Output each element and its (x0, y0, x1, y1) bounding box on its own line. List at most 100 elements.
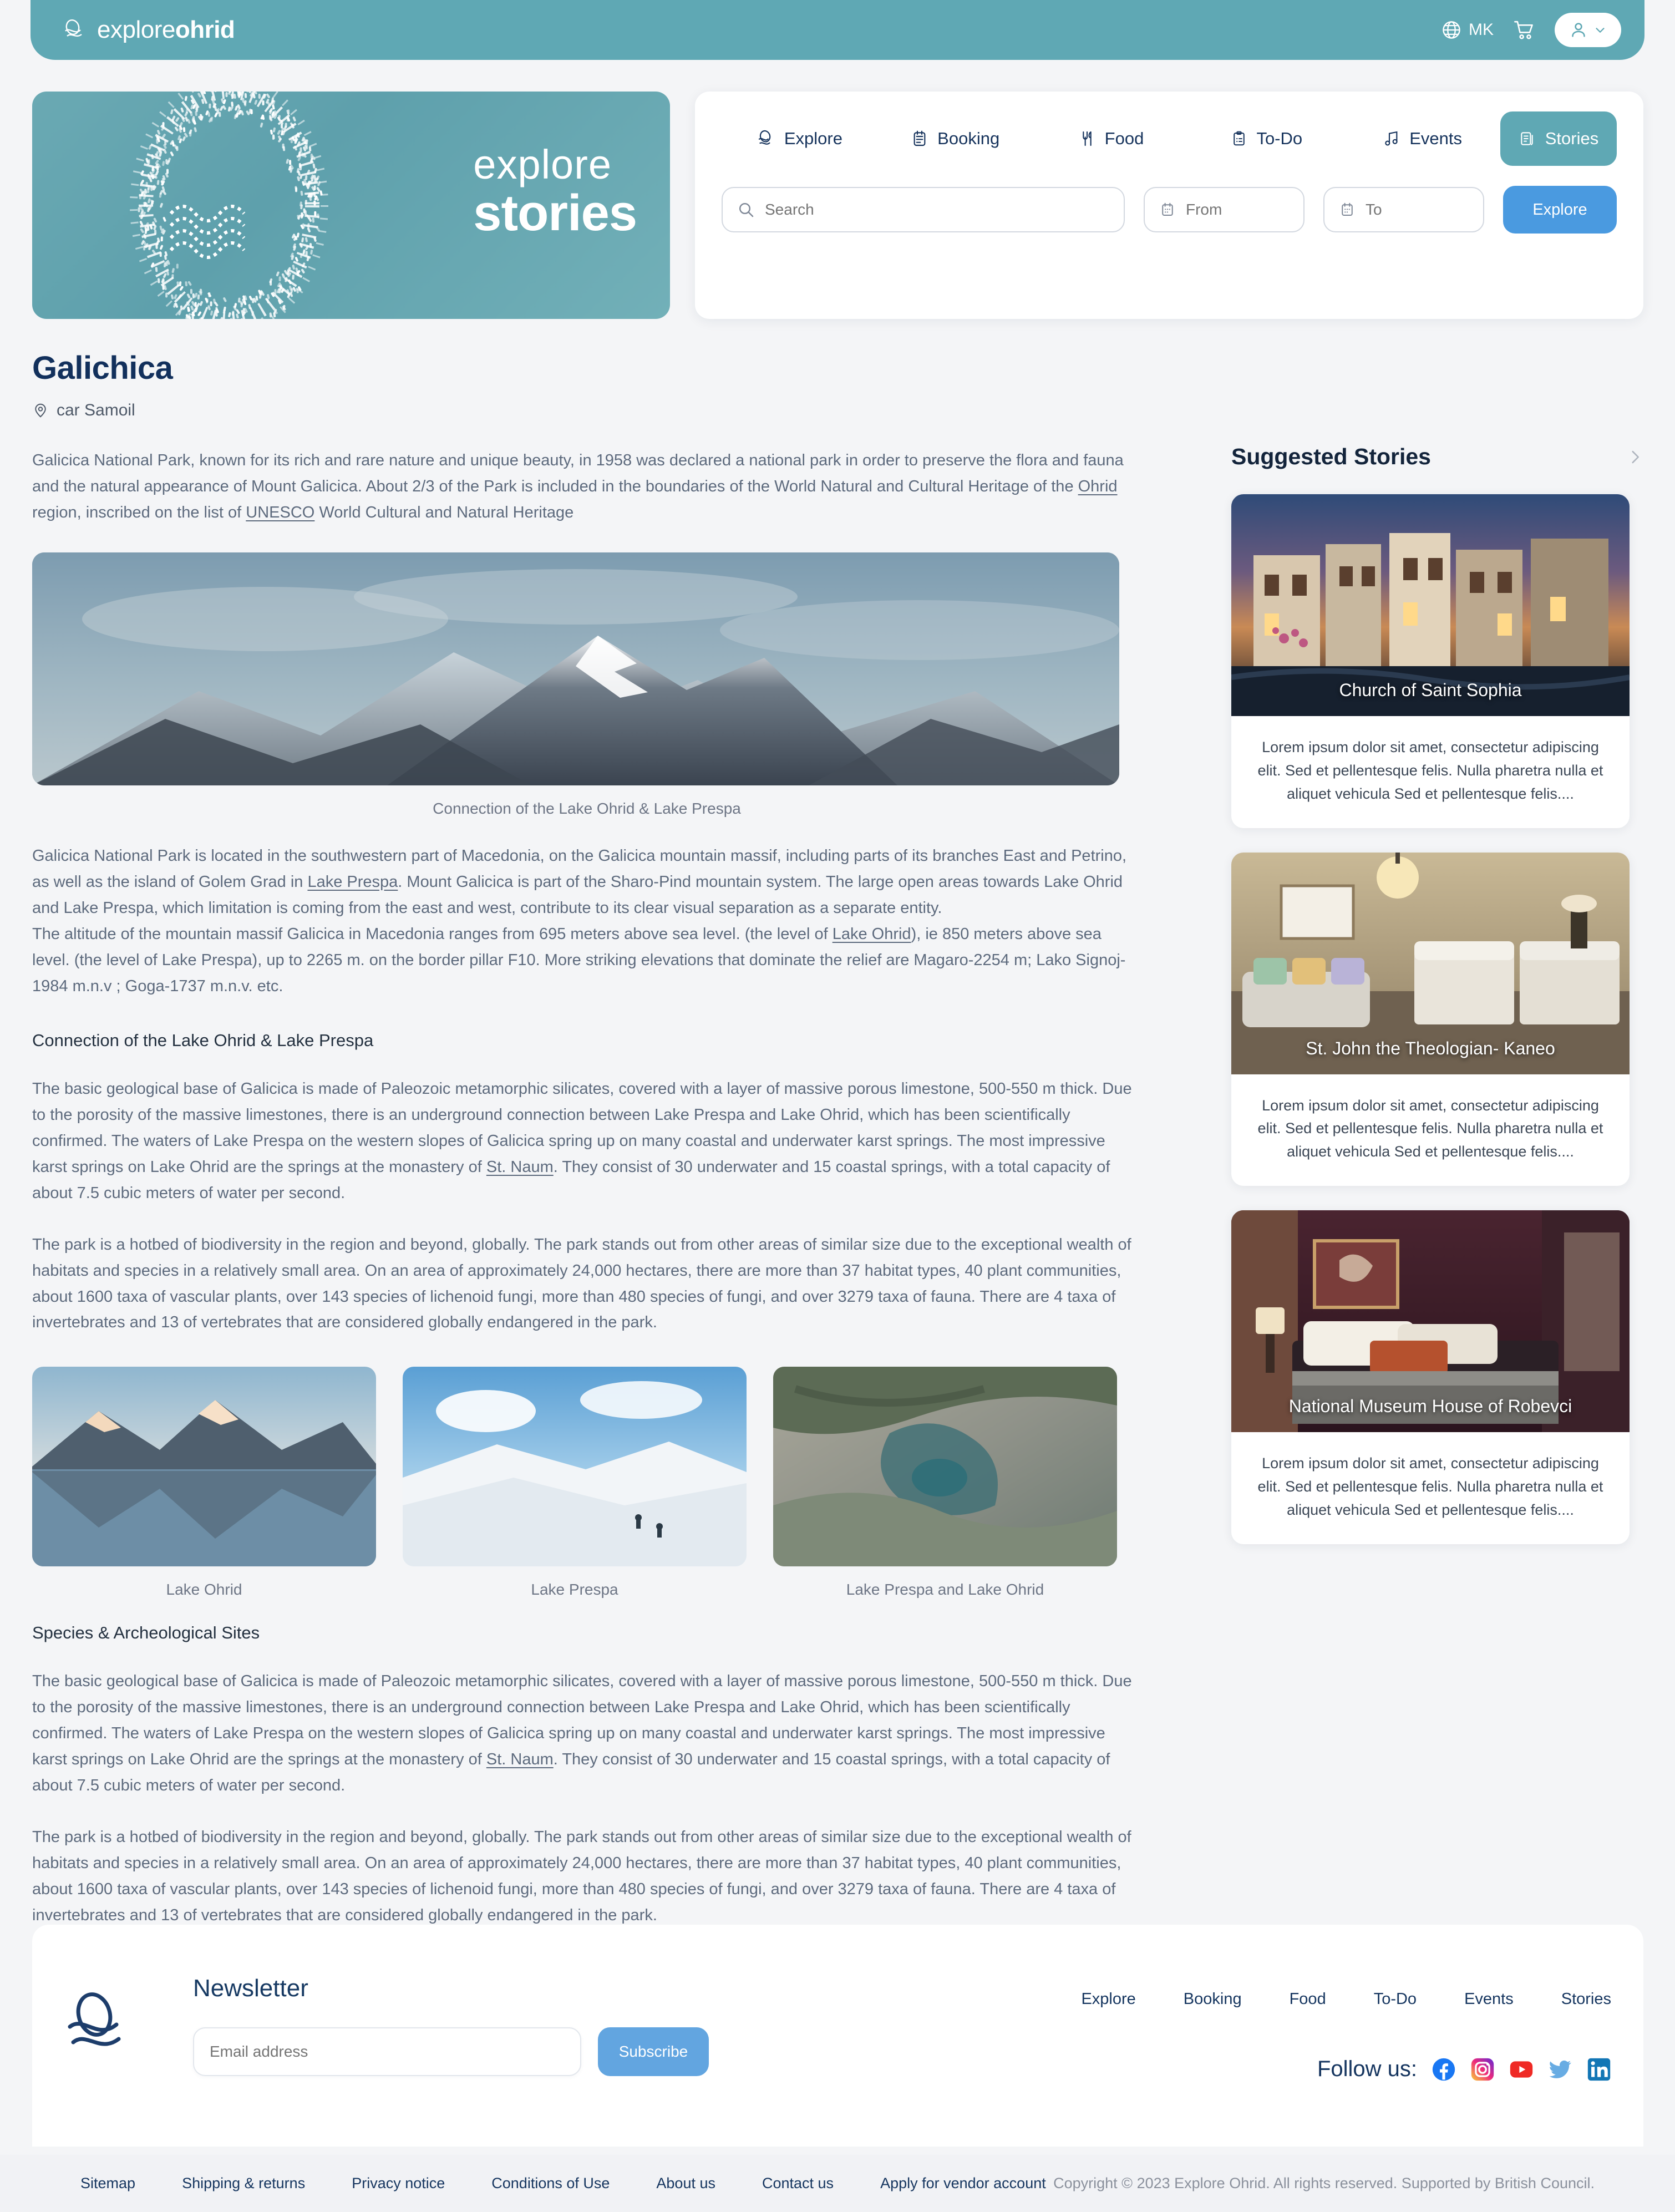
bottom-link-privacy-notice[interactable]: Privacy notice (352, 2175, 445, 2192)
bottom-link-sitemap[interactable]: Sitemap (80, 2175, 135, 2192)
bottom-link-about-us[interactable]: About us (656, 2175, 715, 2192)
hero-word-stories: stories (473, 187, 637, 239)
tab-stories[interactable]: Stories (1500, 111, 1617, 166)
food-icon (1078, 129, 1096, 148)
email-input[interactable] (193, 2027, 581, 2076)
tab-events[interactable]: Events (1344, 111, 1500, 166)
tab-todo-label: To-Do (1256, 129, 1302, 149)
tab-todo[interactable]: To-Do (1189, 111, 1344, 166)
link-st-naum-2[interactable]: St. Naum (486, 1751, 554, 1768)
page-root: exploreohrid MK explore stories Explore … (0, 0, 1675, 2212)
tab-food[interactable]: Food (1033, 111, 1189, 166)
suggested-stories-title: Suggested Stories (1231, 444, 1431, 470)
twitter-icon[interactable] (1548, 2057, 1572, 2082)
footer-logo-icon (65, 1991, 138, 2061)
suggested-story-card[interactable]: Church of Saint Sophia Lorem ipsum dolor… (1231, 494, 1630, 828)
section-2-paragraph-1: The basic geological base of Galicica is… (32, 1668, 1141, 1799)
account-menu-button[interactable] (1555, 13, 1621, 47)
tab-food-label: Food (1105, 129, 1144, 149)
footer-link-todo[interactable]: To-Do (1374, 1990, 1417, 2008)
story-card-text: Lorem ipsum dolor sit amet, consectetur … (1231, 1074, 1630, 1186)
top-bar-controls: MK (1441, 13, 1621, 47)
chevron-down-icon (1593, 23, 1607, 37)
social-links: Follow us: (1317, 2057, 1611, 2082)
newsletter-form: Subscribe (193, 2027, 709, 2076)
link-st-naum[interactable]: St. Naum (486, 1158, 554, 1176)
bottom-link-conditions-of-use[interactable]: Conditions of Use (491, 2175, 610, 2192)
tab-explore[interactable]: Explore (722, 111, 877, 166)
article-hero-image (32, 552, 1119, 785)
brand-light: explore (97, 16, 175, 43)
tab-booking-label: Booking (937, 129, 999, 149)
story-card-label: National Museum House of Robevci (1231, 1396, 1630, 1417)
footer: Newsletter Subscribe Explore Booking Foo… (32, 1925, 1643, 2147)
thumbnail-item[interactable]: Lake Ohrid (32, 1367, 376, 1599)
location-row: car Samoil (32, 401, 1141, 420)
lead-paragraph: Galicica National Park, known for its ri… (32, 448, 1141, 526)
cart-icon[interactable] (1512, 18, 1536, 42)
paragraph-location: Galicica National Park is located in the… (32, 843, 1141, 1000)
thumbnail-image-lake-ohrid (32, 1367, 376, 1566)
navigation-search-card: Explore Booking Food To-Do Events Storie… (695, 92, 1643, 319)
brand-bold: ohrid (175, 16, 235, 43)
cave-rocks-photo (773, 1367, 1117, 1566)
stories-hero-banner: explore stories (32, 92, 670, 319)
section-heading-connection: Connection of the Lake Ohrid & Lake Pres… (32, 1031, 1141, 1051)
thumbnail-caption: Lake Prespa and Lake Ohrid (773, 1581, 1117, 1599)
search-input[interactable] (765, 201, 1109, 219)
link-lake-ohrid[interactable]: Lake Ohrid (833, 925, 911, 943)
story-image-st-john-the-theologian-kaneo: St. John the Theologian- Kaneo (1231, 853, 1630, 1074)
story-card-label: St. John the Theologian- Kaneo (1231, 1038, 1630, 1059)
footer-link-food[interactable]: Food (1290, 1990, 1326, 2008)
footer-link-explore[interactable]: Explore (1081, 1990, 1135, 2008)
thumbnail-item[interactable]: Lake Prespa and Lake Ohrid (773, 1367, 1117, 1599)
explore-search-button[interactable]: Explore (1503, 186, 1617, 234)
instagram-icon[interactable] (1470, 2057, 1495, 2082)
tab-stories-label: Stories (1545, 129, 1598, 149)
user-icon (1569, 20, 1588, 40)
tab-events-label: Events (1409, 129, 1462, 149)
search-field-wrapper[interactable] (722, 187, 1125, 232)
bottom-link-contact-us[interactable]: Contact us (762, 2175, 834, 2192)
tab-booking[interactable]: Booking (877, 111, 1033, 166)
chevron-right-icon[interactable] (1626, 448, 1644, 466)
bottom-link-vendor-account[interactable]: Apply for vendor account (880, 2175, 1046, 2192)
story-image-national-museum-house-of-robevci: National Museum House of Robevci (1231, 1210, 1630, 1432)
footer-link-stories[interactable]: Stories (1561, 1990, 1611, 2008)
date-to-input[interactable] (1366, 201, 1449, 219)
lead-text-3: World Cultural and Natural Heritage (314, 504, 573, 521)
brand-logo[interactable]: exploreohrid (64, 16, 235, 44)
mountain-photo (32, 552, 1119, 785)
section-1-paragraph-1: The basic geological base of Galicica is… (32, 1076, 1141, 1206)
story-card-label: Church of Saint Sophia (1231, 680, 1630, 701)
explore-icon (757, 129, 775, 148)
article-column: Galichica car Samoil Galicica National P… (32, 349, 1141, 1929)
suggested-story-card[interactable]: National Museum House of Robevci Lorem i… (1231, 1210, 1630, 1544)
date-to-field-wrapper[interactable] (1323, 187, 1484, 232)
language-selector[interactable]: MK (1441, 19, 1494, 40)
thumbnail-gallery: Lake Ohrid Lake Prespa Lake Prespa and L… (32, 1367, 1141, 1599)
footer-link-booking[interactable]: Booking (1184, 1990, 1242, 2008)
footer-nav-links: Explore Booking Food To-Do Events Storie… (1081, 1990, 1611, 2008)
bottom-links: Sitemap Shipping & returns Privacy notic… (80, 2175, 1046, 2192)
thumbnail-item[interactable]: Lake Prespa (403, 1367, 747, 1599)
footer-link-events[interactable]: Events (1464, 1990, 1514, 2008)
hero-word-explore: explore (473, 144, 637, 185)
explore-ohrid-mark-icon (64, 19, 89, 41)
bottom-link-shipping-returns[interactable]: Shipping & returns (182, 2175, 305, 2192)
hero-title: explore stories (473, 144, 637, 239)
subscribe-button[interactable]: Subscribe (598, 2027, 709, 2076)
thumbnail-caption: Lake Prespa (403, 1581, 747, 1599)
link-ohrid[interactable]: Ohrid (1078, 478, 1118, 495)
youtube-icon[interactable] (1509, 2057, 1534, 2082)
link-unesco[interactable]: UNESCO (246, 504, 314, 521)
tab-explore-label: Explore (784, 129, 842, 149)
facebook-icon[interactable] (1432, 2057, 1456, 2082)
copyright-text: Copyright © 2023 Explore Ohrid. All righ… (1053, 2175, 1595, 2192)
linkedin-icon[interactable] (1587, 2057, 1611, 2082)
link-lake-prespa[interactable]: Lake Prespa (307, 873, 398, 891)
date-from-field-wrapper[interactable] (1144, 187, 1305, 232)
section-heading-species: Species & Archeological Sites (32, 1623, 1141, 1643)
suggested-story-card[interactable]: St. John the Theologian- Kaneo Lorem ips… (1231, 853, 1630, 1186)
date-from-input[interactable] (1186, 201, 1269, 219)
